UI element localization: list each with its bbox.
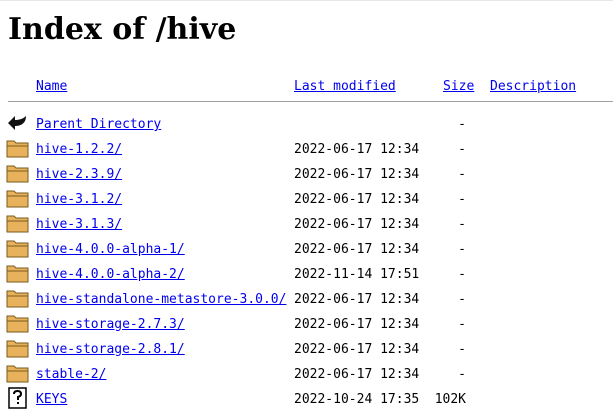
table-row: hive-2.3.9/ 2022-06-17 12:34 - [0,162,613,187]
table-row: hive-3.1.3/ 2022-06-17 12:34 - [0,212,613,237]
column-header-size[interactable]: Size [443,78,474,96]
table-row: hive-1.2.2/ 2022-06-17 12:34 - [0,137,613,162]
parent-size: - [458,117,466,132]
page-title: Index of /hive [8,12,237,47]
column-header-last-modified[interactable]: Last modified [294,78,396,96]
table-row: hive-standalone-metastore-3.0.0/ 2022-06… [0,287,613,312]
entry-link[interactable]: hive-4.0.0-alpha-1/ [36,241,185,259]
entry-size: - [458,242,466,257]
table-row: hive-storage-2.7.3/ 2022-06-17 12:34 - [0,312,613,337]
table-row: hive-4.0.0-alpha-2/ 2022-11-14 17:51 - [0,262,613,287]
entry-size: - [458,192,466,207]
entry-modified: 2022-06-17 12:34 [294,142,420,157]
entry-modified: 2022-06-17 12:34 [294,192,420,207]
folder-icon[interactable] [6,162,30,184]
entry-modified: 2022-06-17 12:34 [294,217,420,232]
entry-size: - [458,142,466,157]
column-header-description[interactable]: Description [490,78,576,96]
parent-directory-link[interactable]: Parent Directory [36,116,161,134]
table-row: hive-storage-2.8.1/ 2022-06-17 12:34 - [0,337,613,362]
entry-size: - [458,367,466,382]
folder-icon[interactable] [6,287,30,309]
table-row: KEYS 2022-10-24 17:35 102K [0,387,613,412]
table-row: stable-2/ 2022-06-17 12:34 - [0,362,613,387]
folder-icon[interactable] [6,362,30,384]
entry-link[interactable]: hive-3.1.3/ [36,216,122,234]
entry-size: - [458,167,466,182]
entry-modified: 2022-06-17 12:34 [294,367,420,382]
parent-directory-row: Parent Directory - [0,112,613,137]
entry-size: - [458,267,466,282]
entry-modified: 2022-06-17 12:34 [294,342,420,357]
entry-link[interactable]: hive-1.2.2/ [36,141,122,159]
folder-icon[interactable] [6,312,30,334]
table-row: hive-4.0.0-alpha-1/ 2022-06-17 12:34 - [0,237,613,262]
column-header-name[interactable]: Name [36,78,67,96]
entry-link[interactable]: stable-2/ [36,366,106,384]
entry-modified: 2022-06-17 12:34 [294,167,420,182]
entry-link[interactable]: hive-2.3.9/ [36,166,122,184]
folder-icon[interactable] [6,212,30,234]
folder-icon[interactable] [6,337,30,359]
folder-icon[interactable] [6,137,30,159]
entry-link[interactable]: hive-4.0.0-alpha-2/ [36,266,185,284]
entry-link[interactable]: hive-storage-2.7.3/ [36,316,185,334]
entry-modified: 2022-06-17 12:34 [294,292,420,307]
entry-modified: 2022-06-17 12:34 [294,317,420,332]
folder-icon[interactable] [6,262,30,284]
entry-link[interactable]: hive-3.1.2/ [36,191,122,209]
entry-size: - [458,217,466,232]
folder-icon[interactable] [6,237,30,259]
entry-link[interactable]: KEYS [36,391,67,409]
entry-link[interactable]: hive-storage-2.8.1/ [36,341,185,359]
entry-size: - [458,317,466,332]
header-divider [8,101,613,102]
entry-size: - [458,342,466,357]
table-row: hive-3.1.2/ 2022-06-17 12:34 - [0,187,613,212]
folder-icon[interactable] [6,187,30,209]
entry-size: - [458,292,466,307]
entry-modified: 2022-11-14 17:51 [294,267,420,282]
entry-size: 102K [434,392,466,407]
entry-link[interactable]: hive-standalone-metastore-3.0.0/ [36,291,286,309]
entry-modified: 2022-06-17 12:34 [294,242,420,257]
unknown-file-icon[interactable] [6,387,30,409]
top-border [0,0,613,1]
entry-modified: 2022-10-24 17:35 [294,392,420,407]
back-arrow-icon[interactable] [6,112,30,134]
